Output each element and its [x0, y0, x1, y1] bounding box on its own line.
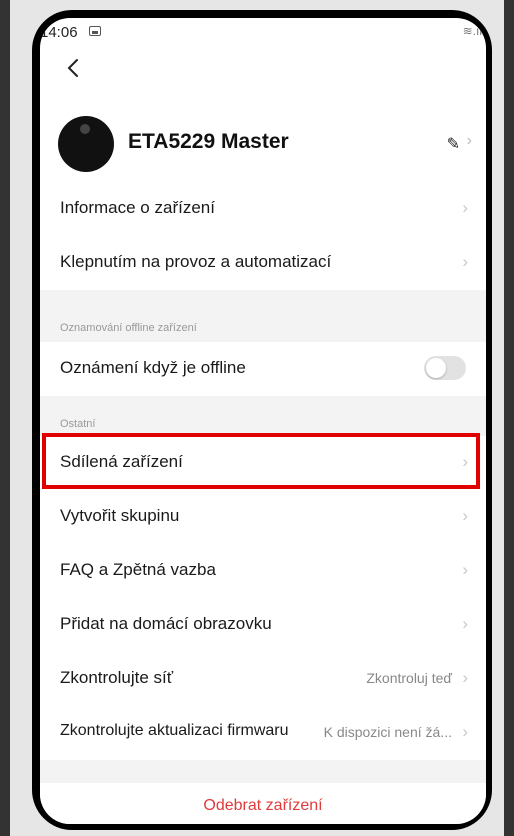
status-time: 14:06	[40, 24, 78, 41]
section-title: Ostatní	[60, 418, 96, 430]
phone-screen: 14:06 ≋.ıl ETA5229 Master ✎ › Informace …	[40, 18, 486, 824]
toggle-knob	[426, 358, 446, 378]
chevron-right-icon: ›	[462, 452, 468, 471]
menu-item-label: Vytvořit skupinu	[60, 506, 180, 525]
menu-item-value: Zkontroluj teď	[366, 670, 452, 686]
menu-item-offline-notify: Oznámení když je offline	[40, 342, 486, 396]
menu-item-automation[interactable]: Klepnutím na provoz a automatizací ›	[40, 236, 486, 290]
section-title: Oznamování offline zařízení	[60, 322, 197, 334]
chevron-right-icon: ›	[462, 198, 468, 217]
section-divider	[40, 760, 486, 783]
remove-device-button[interactable]: Odebrat zařízení	[40, 783, 486, 824]
menu-item-value: K dispozici není žá...	[323, 724, 452, 740]
chevron-right-icon: ›	[466, 132, 472, 149]
device-avatar	[58, 116, 114, 172]
menu-item-create-group[interactable]: Vytvořit skupinu ›	[40, 490, 486, 544]
menu-item-firmware[interactable]: Zkontrolujte aktualizaci firmwaru K disp…	[40, 706, 486, 760]
wifi-signal-icon: ≋.ıl	[462, 24, 482, 38]
offline-toggle-switch[interactable]	[424, 356, 466, 380]
menu-item-add-home-screen[interactable]: Přidat na domácí obrazovku ›	[40, 598, 486, 652]
chevron-right-icon: ›	[462, 560, 468, 579]
section-other-header: Ostatní	[40, 396, 486, 436]
remove-device-label: Odebrat zařízení	[203, 797, 323, 814]
chevron-left-icon	[67, 59, 78, 77]
menu-item-label: Sdílená zařízení	[60, 452, 183, 471]
menu-item-label: Zkontrolujte síť	[60, 668, 174, 687]
menu-item-check-network[interactable]: Zkontrolujte síť Zkontroluj teď ›	[40, 652, 486, 706]
chevron-right-icon: ›	[462, 252, 468, 271]
chevron-right-icon: ›	[462, 614, 468, 633]
gallery-notification-icon	[89, 26, 101, 36]
device-header[interactable]: ETA5229 Master ✎ ›	[40, 108, 486, 176]
menu-item-label: FAQ a Zpětná vazba	[60, 560, 216, 579]
back-button[interactable]	[60, 54, 88, 82]
menu-item-label: Oznámení když je offline	[60, 358, 246, 377]
menu-item-label: Přidat na domácí obrazovku	[60, 614, 272, 633]
status-bar: 14:06 ≋.ıl	[40, 18, 486, 48]
menu-item-label: Zkontrolujte aktualizaci firmwaru	[60, 722, 289, 739]
chevron-right-icon: ›	[462, 506, 468, 525]
menu-item-label: Klepnutím na provoz a automatizací	[60, 252, 332, 271]
menu-item-faq[interactable]: FAQ a Zpětná vazba ›	[40, 544, 486, 598]
chevron-right-icon: ›	[462, 668, 468, 687]
pencil-icon[interactable]: ✎	[447, 134, 460, 154]
menu-item-label: Informace o zařízení	[60, 198, 215, 217]
section-offline-header: Oznamování offline zařízení	[40, 290, 486, 342]
menu-item-shared-devices[interactable]: Sdílená zařízení ›	[40, 436, 486, 490]
menu-item-device-info[interactable]: Informace o zařízení ›	[40, 182, 486, 236]
device-name: ETA5229 Master	[128, 130, 289, 153]
chevron-right-icon: ›	[462, 722, 468, 741]
